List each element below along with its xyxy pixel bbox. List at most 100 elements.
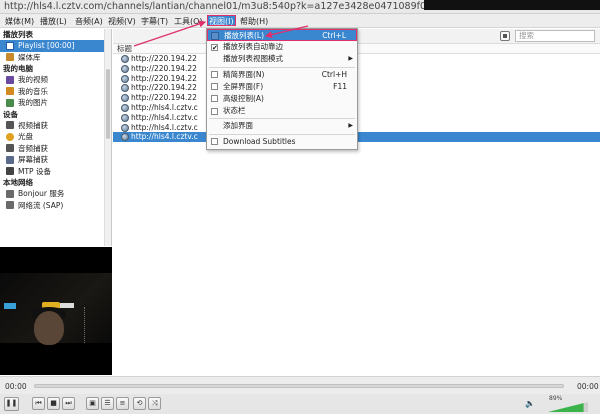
video-frame <box>0 273 112 345</box>
menu-item-playlist-dock[interactable]: 播放列表自动靠边 <box>207 41 357 54</box>
menu-item-fullscreen-interface[interactable]: 全屏界面(F) F11 <box>207 81 357 93</box>
speaker-icon[interactable]: 🔈 <box>525 399 535 408</box>
sidebar-header-local-network: 本地网络 <box>3 178 33 187</box>
checkbox-icon <box>211 71 218 79</box>
submenu-arrow-icon: ▶ <box>348 122 353 130</box>
checkbox-icon <box>211 138 218 145</box>
seek-slider[interactable] <box>34 384 564 388</box>
scrollbar-thumb[interactable] <box>106 69 110 139</box>
mic-icon <box>6 144 14 153</box>
menu-item-status-bar[interactable]: 状态栏 <box>207 105 357 117</box>
menu-item-download-subtitles[interactable]: Download Subtitles <box>207 136 357 148</box>
row-title: http://hls4.l.cztv.c <box>131 122 198 132</box>
sidebar-item-playlist[interactable]: Playlist [00:00] <box>0 40 111 52</box>
sidebar-item-screen-capture[interactable]: 屏幕捕获 <box>0 154 111 166</box>
fullscreen-button[interactable]: ▣ <box>86 397 99 410</box>
menu-item-playlist-view-mode[interactable]: 播放列表视图模式 ▶ <box>207 53 357 65</box>
row-title: http://220.194.22 <box>131 93 197 103</box>
sidebar-item-audio-capture[interactable]: 音频捕获 <box>0 143 111 155</box>
menu-subtitles[interactable]: 字幕(T) <box>141 16 168 27</box>
shortcut-label: Ctrl+H <box>321 69 347 79</box>
globe-icon <box>121 123 129 132</box>
globe-icon <box>121 74 129 83</box>
playlist-icon <box>6 41 14 50</box>
sidebar-item-label: 媒体库 <box>18 52 41 62</box>
previous-button[interactable]: ⏮ <box>32 397 45 410</box>
menu-item-advanced-controls[interactable]: 高级控制(A) <box>207 93 357 105</box>
sidebar-item-video-capture[interactable]: 视频捕获 <box>0 120 111 132</box>
playlist-toggle-button[interactable]: ≡ <box>116 397 129 410</box>
checkbox-checked-icon <box>211 42 218 54</box>
sidebar-item-mtp-device[interactable]: MTP 设备 <box>0 166 111 178</box>
sidebar-item-label: 我的音乐 <box>18 86 48 96</box>
extended-settings-button[interactable]: ☰ <box>101 397 114 410</box>
sidebar-item-my-videos[interactable]: 我的视频 <box>0 74 111 86</box>
stream-icon <box>6 201 14 210</box>
volume-percent: 89% <box>549 395 563 402</box>
sidebar-header-my-computer: 我的电脑 <box>3 64 33 73</box>
menu-separator <box>209 133 355 135</box>
menu-item-label: Download Subtitles <box>223 136 296 146</box>
sidebar-header-playlist: 播放列表 <box>3 30 33 39</box>
menu-item-label: 播放列表(L) <box>224 31 265 40</box>
sidebar-item-sap-stream[interactable]: 网络流 (SAP) <box>0 200 111 212</box>
view-mode-icon[interactable] <box>500 31 510 41</box>
menu-separator <box>209 66 355 68</box>
menu-item-label: 添加界面 <box>223 121 253 131</box>
menu-view[interactable]: 视图(I) <box>207 15 236 26</box>
checkbox-icon <box>211 95 218 103</box>
next-button[interactable]: ⏭ <box>62 397 75 410</box>
globe-icon <box>121 64 129 73</box>
globe-icon <box>121 103 129 112</box>
sidebar-item-bonjour[interactable]: Bonjour 服务 <box>0 188 111 200</box>
playlist-icon <box>211 32 219 40</box>
menu-audio[interactable]: 音频(A) <box>75 16 103 27</box>
stop-button[interactable]: ■ <box>47 397 60 410</box>
volume-slider[interactable] <box>548 402 588 412</box>
globe-icon <box>121 84 129 93</box>
row-title: http://hls4.l.cztv.c <box>131 102 198 112</box>
menu-item-label: 全屏界面(F) <box>223 81 264 91</box>
sidebar-item-my-pictures[interactable]: 我的图片 <box>0 97 111 109</box>
search-input[interactable]: 搜索 <box>515 30 595 42</box>
library-icon <box>6 53 14 62</box>
sidebar-item-my-music[interactable]: 我的音乐 <box>0 86 111 98</box>
menu-media[interactable]: 媒体(M) <box>5 16 34 27</box>
sidebar-item-label: 光盘 <box>18 132 33 141</box>
sidebar-scrollbar[interactable] <box>104 29 111 246</box>
menu-item-label: 状态栏 <box>223 106 246 116</box>
sidebar-item-disc[interactable]: 光盘 <box>0 131 111 143</box>
sidebar-item-label: 音频捕获 <box>18 143 48 153</box>
subtitle-graphic <box>84 307 102 343</box>
channel-logo <box>4 303 16 309</box>
menu-item-minimal-interface[interactable]: 精简界面(N) Ctrl+H <box>207 69 357 81</box>
sidebar-item-library[interactable]: 媒体库 <box>0 52 111 64</box>
menu-item-add-interface[interactable]: 添加界面 ▶ <box>207 120 357 132</box>
music-note-icon <box>6 87 14 96</box>
menu-video[interactable]: 视频(V) <box>108 16 136 27</box>
row-title: http://220.194.22 <box>131 73 197 83</box>
network-icon <box>6 189 14 198</box>
sidebar-item-label: 网络流 (SAP) <box>18 200 64 210</box>
sidebar-item-label: 屏幕捕获 <box>18 155 48 164</box>
screen-icon <box>6 155 14 164</box>
sidebar-item-label: Playlist [00:00] <box>18 41 75 50</box>
checkbox-icon <box>211 83 218 91</box>
pause-button[interactable]: ❚❚ <box>4 397 19 411</box>
globe-icon <box>121 94 129 103</box>
view-menu-dropdown: 播放列表(L) Ctrl+L 播放列表自动靠边 播放列表视图模式 ▶ 精简界面(… <box>206 28 358 150</box>
video-preview[interactable] <box>0 247 112 375</box>
menu-bar: 媒体(M) 播放(L) 音频(A) 视频(V) 字幕(T) 工具(O) 视图(I… <box>0 14 600 28</box>
time-elapsed: 00:00 <box>5 382 27 391</box>
menu-playback[interactable]: 播放(L) <box>40 16 67 27</box>
person-face <box>34 311 64 345</box>
seek-bar-area: 00:00 00:00 <box>0 376 600 394</box>
menu-item-playlist[interactable]: 播放列表(L) Ctrl+L <box>207 29 357 42</box>
volume-level <box>548 403 584 412</box>
loop-button[interactable]: ⟲ <box>133 397 146 410</box>
shuffle-button[interactable]: ⤨ <box>148 397 161 410</box>
menu-help[interactable]: 帮助(H) <box>240 16 268 27</box>
sidebar-item-label: MTP 设备 <box>18 166 51 176</box>
video-folder-icon <box>6 75 14 84</box>
menu-tools[interactable]: 工具(O) <box>174 16 203 27</box>
